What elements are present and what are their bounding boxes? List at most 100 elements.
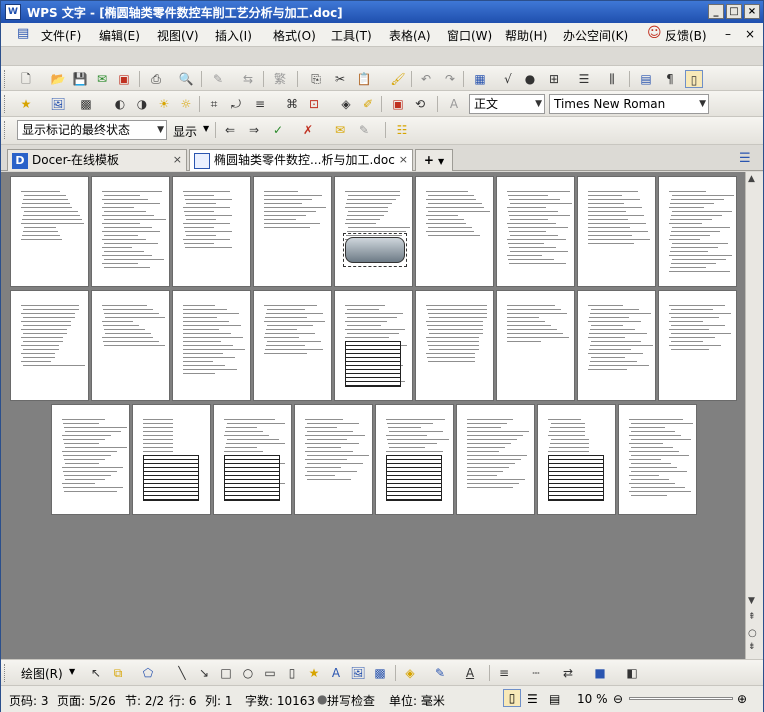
undo-icon[interactable]: ↶	[417, 70, 435, 88]
page-thumbnail[interactable]	[415, 290, 494, 401]
insert-clipart-icon[interactable]: ●	[521, 70, 539, 88]
scissors-icon[interactable]: ✂	[331, 70, 349, 88]
page-thumbnail[interactable]	[496, 176, 575, 287]
text-wrap-icon[interactable]: ⊡	[305, 95, 323, 113]
close-icon[interactable]: ×	[744, 4, 760, 19]
tab-current-doc[interactable]: 椭圆轴类零件数控...析与加工.doc ×	[189, 149, 413, 171]
line-icon[interactable]: ╲	[173, 664, 191, 682]
chevron-down-icon[interactable]: ▼	[203, 124, 209, 133]
accept-change-icon[interactable]: ✓	[269, 121, 287, 139]
page-thumbnail[interactable]	[91, 176, 170, 287]
doc-menu-icon[interactable]: ▤	[17, 26, 29, 41]
page-thumbnail[interactable]	[10, 290, 89, 401]
fill-color-icon[interactable]: ◈	[401, 664, 419, 682]
page-thumbnail[interactable]	[537, 404, 616, 515]
cut-disabled-icon[interactable]: ⇆	[239, 70, 257, 88]
more-brightness-icon[interactable]: ☀	[155, 95, 173, 113]
zoom-out-icon[interactable]: ⊖	[613, 692, 623, 706]
print-preview-icon[interactable]: 🔍	[177, 70, 195, 88]
show-markup-button[interactable]: 显示	[173, 123, 197, 140]
diagram-icon[interactable]: ▩	[371, 664, 389, 682]
page-thumbnail[interactable]	[132, 404, 211, 515]
selection-handles[interactable]	[343, 233, 407, 267]
rotate-icon[interactable]: ⤾	[227, 95, 245, 113]
open-folder-icon[interactable]: 📂	[49, 70, 67, 88]
select-pointer-icon[interactable]: ↖	[87, 664, 105, 682]
insert-table-icon[interactable]: ▦	[471, 70, 489, 88]
paste-icon[interactable]: 📋	[355, 70, 373, 88]
ellipse-icon[interactable]: ○	[239, 664, 257, 682]
chart-icon[interactable]: ⫼	[603, 70, 621, 88]
redo-icon[interactable]: ↷	[441, 70, 459, 88]
page-thumbnail[interactable]	[10, 176, 89, 287]
status-word-count[interactable]: 字数: 10163	[245, 692, 315, 709]
page-thumbnail[interactable]	[658, 290, 737, 401]
save-icon[interactable]: 💾	[71, 70, 89, 88]
zoom-level[interactable]: 10 %	[577, 692, 608, 706]
document-map-icon[interactable]: ▤	[637, 70, 655, 88]
vertical-scrollbar[interactable]: ▲ ▼ ⇞ ○ ⇟	[745, 172, 763, 659]
page-thumbnail[interactable]	[658, 176, 737, 287]
wordart-icon[interactable]: A	[327, 664, 345, 682]
feedback-icon[interactable]: ☺	[647, 25, 662, 41]
page-view-icon[interactable]: ▯	[503, 689, 521, 707]
line-color-icon[interactable]: ✎	[431, 664, 449, 682]
next-change-icon[interactable]: ⇒	[245, 121, 263, 139]
markup-mode-select[interactable]: 显示标记的最终状态 ▼	[17, 120, 167, 140]
outline-view-icon[interactable]: ☰	[527, 692, 538, 706]
page-thumbnail[interactable]	[375, 404, 454, 515]
new-tab-button[interactable]: + ▼	[415, 149, 453, 171]
page-thumbnail[interactable]	[334, 290, 413, 401]
status-unit[interactable]: 单位: 毫米	[389, 692, 445, 709]
maximize-icon[interactable]: □	[726, 4, 742, 19]
next-page-icon[interactable]: ⇟	[748, 642, 756, 652]
picture-icon[interactable]: 🖼	[349, 664, 367, 682]
menu-table[interactable]: 表格(A)	[389, 27, 431, 44]
copy-icon[interactable]: ⎘	[307, 70, 325, 88]
page-thumbnail[interactable]	[172, 176, 251, 287]
brightness-icon[interactable]: ◑	[133, 95, 151, 113]
spellcheck-icon[interactable]: ✎	[209, 70, 227, 88]
insert-picture-icon[interactable]: 🖼	[49, 95, 67, 113]
rectangle-icon[interactable]: □	[217, 664, 235, 682]
compress-icon[interactable]: ⌘	[283, 95, 301, 113]
zoom-slider[interactable]	[629, 697, 733, 700]
close-tab-icon[interactable]: ×	[399, 150, 408, 170]
page-thumbnail[interactable]	[51, 404, 130, 515]
font-color-icon[interactable]: A	[461, 664, 479, 682]
pen-icon[interactable]: ✐	[359, 95, 377, 113]
table-grid-icon[interactable]: ⊞	[545, 70, 563, 88]
export-pdf-icon[interactable]: ▣	[115, 70, 133, 88]
menu-edit[interactable]: 编辑(E)	[99, 27, 140, 44]
menu-format[interactable]: 格式(O)	[273, 27, 316, 44]
toolbar-grip-3[interactable]	[4, 121, 7, 139]
page-thumbnail[interactable]	[172, 290, 251, 401]
show-hide-icon[interactable]: ¶	[661, 70, 679, 88]
style-icon[interactable]: A	[445, 95, 463, 113]
text-box-icon[interactable]: ▭	[261, 664, 279, 682]
menu-feedback[interactable]: 反馈(B)	[665, 27, 707, 44]
page-thumbnail[interactable]	[577, 176, 656, 287]
style-select[interactable]: 正文 ▼	[469, 94, 545, 114]
toolbar-grip-2[interactable]	[4, 95, 7, 113]
reset-picture-icon[interactable]: ⟲	[411, 95, 429, 113]
document-thumbnail-area[interactable]	[1, 172, 745, 659]
page-thumbnail[interactable]	[213, 404, 292, 515]
reading-layout-icon[interactable]: ▯	[685, 70, 703, 88]
menu-office-space[interactable]: 办公空间(K)	[563, 27, 628, 44]
status-spellcheck[interactable]: 拼写检查	[327, 692, 375, 709]
reject-change-icon[interactable]: ✗	[299, 121, 317, 139]
previous-change-icon[interactable]: ⇐	[221, 121, 239, 139]
format-picture-icon[interactable]: ▣	[389, 95, 407, 113]
columns-icon[interactable]: ☰	[575, 70, 593, 88]
vertical-text-box-icon[interactable]: ▯	[283, 664, 301, 682]
select-browse-object-icon[interactable]: ○	[748, 628, 757, 639]
crop-icon[interactable]: ⌗	[205, 95, 223, 113]
contrast-icon[interactable]: ◐	[111, 95, 129, 113]
scroll-down-icon[interactable]: ▼	[748, 596, 755, 606]
scroll-up-icon[interactable]: ▲	[748, 174, 755, 184]
new-document-icon[interactable]: 🗋	[17, 70, 35, 88]
page-thumbnail[interactable]	[334, 176, 413, 287]
menu-help[interactable]: 帮助(H)	[505, 27, 547, 44]
menu-window[interactable]: 窗口(W)	[447, 27, 492, 44]
